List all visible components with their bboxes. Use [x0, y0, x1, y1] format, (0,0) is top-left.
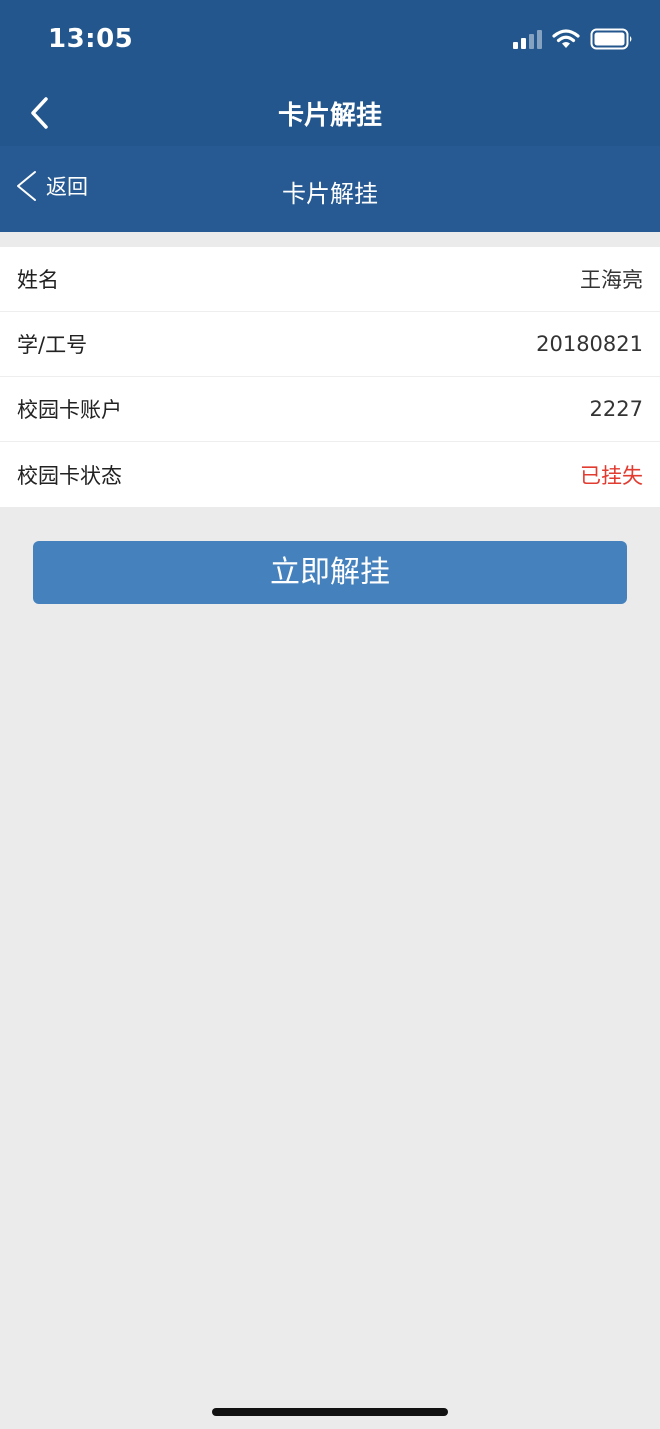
status-bar: 13:05 [0, 0, 660, 80]
row-value: 20180821 [536, 332, 643, 356]
card-info-list: 姓名 王海亮 学/工号 20180821 校园卡账户 2227 校园卡状态 已挂… [0, 247, 660, 507]
status-badge: 已挂失 [580, 463, 643, 488]
wifi-icon [552, 29, 580, 48]
info-row-name: 姓名 王海亮 [0, 247, 660, 312]
row-label: 姓名 [17, 268, 59, 292]
info-row-status: 校园卡状态 已挂失 [0, 442, 660, 507]
row-label: 校园卡账户 [17, 398, 122, 422]
row-value: 王海亮 [580, 268, 643, 292]
row-label: 校园卡状态 [17, 463, 122, 488]
app-header: 卡片解挂 [0, 80, 660, 146]
info-row-id: 学/工号 20180821 [0, 312, 660, 377]
screen: 13:05 卡片解挂 返回 卡片解挂 姓名 王海亮 学/工号 20180821 … [0, 0, 660, 1429]
sub-header-title: 卡片解挂 [282, 180, 378, 208]
row-value: 2227 [589, 397, 643, 421]
row-label: 学/工号 [17, 333, 88, 357]
info-row-account: 校园卡账户 2227 [0, 377, 660, 442]
status-icons [513, 28, 634, 50]
status-time: 13:05 [48, 24, 134, 54]
unhang-button[interactable]: 立即解挂 [33, 541, 627, 604]
cellular-signal-icon [513, 29, 542, 49]
sub-header: 返回 卡片解挂 [0, 146, 660, 232]
home-indicator[interactable] [212, 1408, 448, 1416]
battery-icon [590, 28, 632, 50]
page-title: 卡片解挂 [277, 101, 382, 131]
